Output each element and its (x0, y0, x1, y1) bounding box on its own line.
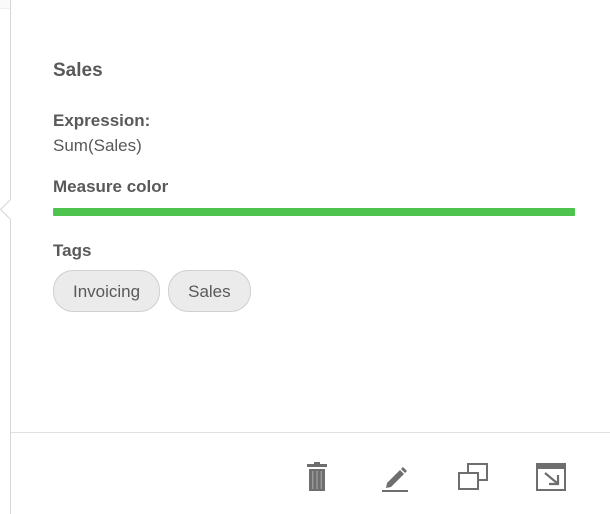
open-icon (535, 462, 567, 492)
popover-arrow (0, 198, 22, 221)
measure-details-popover: Sales Expression: Sum(Sales) Measure col… (0, 0, 610, 514)
measure-color-label: Measure color (53, 177, 169, 196)
popover-footer (11, 432, 610, 514)
measure-title: Sales (53, 60, 103, 81)
expression-label: Expression: (53, 111, 151, 130)
edit-button[interactable] (375, 457, 415, 497)
pencil-icon (379, 461, 411, 493)
open-button[interactable] (531, 457, 571, 497)
tags-label: Tags (53, 241, 92, 260)
tag-invoicing[interactable]: Invoicing (53, 270, 161, 312)
screen: Sales Expression: Sum(Sales) Measure col… (0, 0, 610, 514)
tags-list: Invoicing Sales (53, 270, 575, 312)
trash-icon (306, 462, 328, 492)
tag-sales[interactable]: Sales (168, 270, 251, 312)
duplicate-icon (456, 462, 490, 492)
delete-button[interactable] (297, 457, 337, 497)
duplicate-button[interactable] (453, 457, 493, 497)
measure-details-content: Sales Expression: Sum(Sales) Measure col… (53, 58, 575, 312)
measure-color-swatch (53, 208, 575, 216)
expression-value: Sum(Sales) (53, 136, 142, 155)
